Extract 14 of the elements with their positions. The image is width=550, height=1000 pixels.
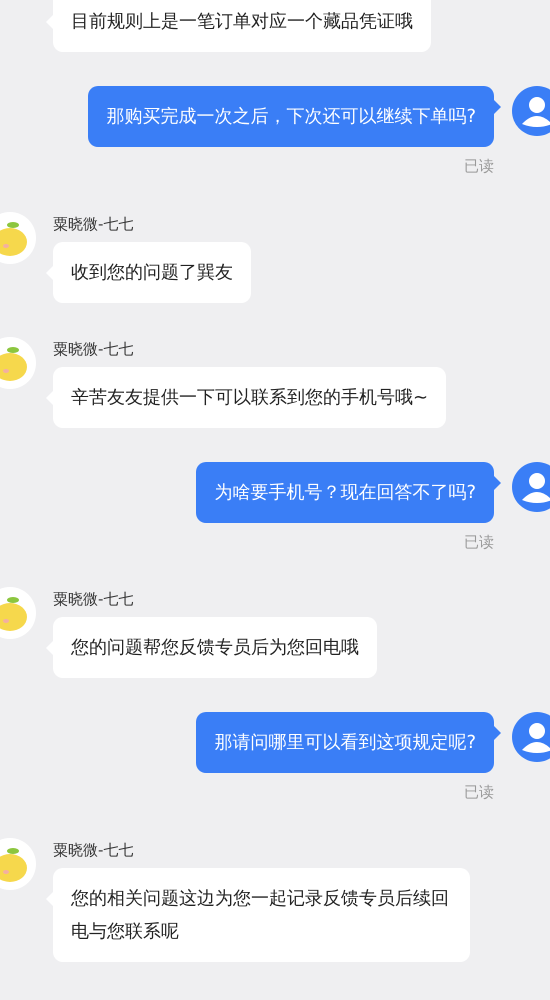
user-avatar-icon xyxy=(512,86,550,136)
read-status: 已读 xyxy=(464,782,494,803)
sender-name: 粟晓微-七七 xyxy=(53,214,134,234)
sender-name: 粟晓微-七七 xyxy=(53,589,134,609)
read-status: 已读 xyxy=(464,532,494,552)
sender-name: 粟晓微-七七 xyxy=(53,338,134,358)
avatar-icon xyxy=(0,838,36,890)
sender-name: 粟晓微-七七 xyxy=(53,840,134,860)
avatar-icon xyxy=(0,336,36,388)
user-avatar-icon xyxy=(512,712,550,762)
avatar-icon xyxy=(0,212,36,264)
avatar-icon xyxy=(0,587,36,639)
user-avatar-icon xyxy=(512,462,550,512)
read-status: 已读 xyxy=(464,156,494,177)
